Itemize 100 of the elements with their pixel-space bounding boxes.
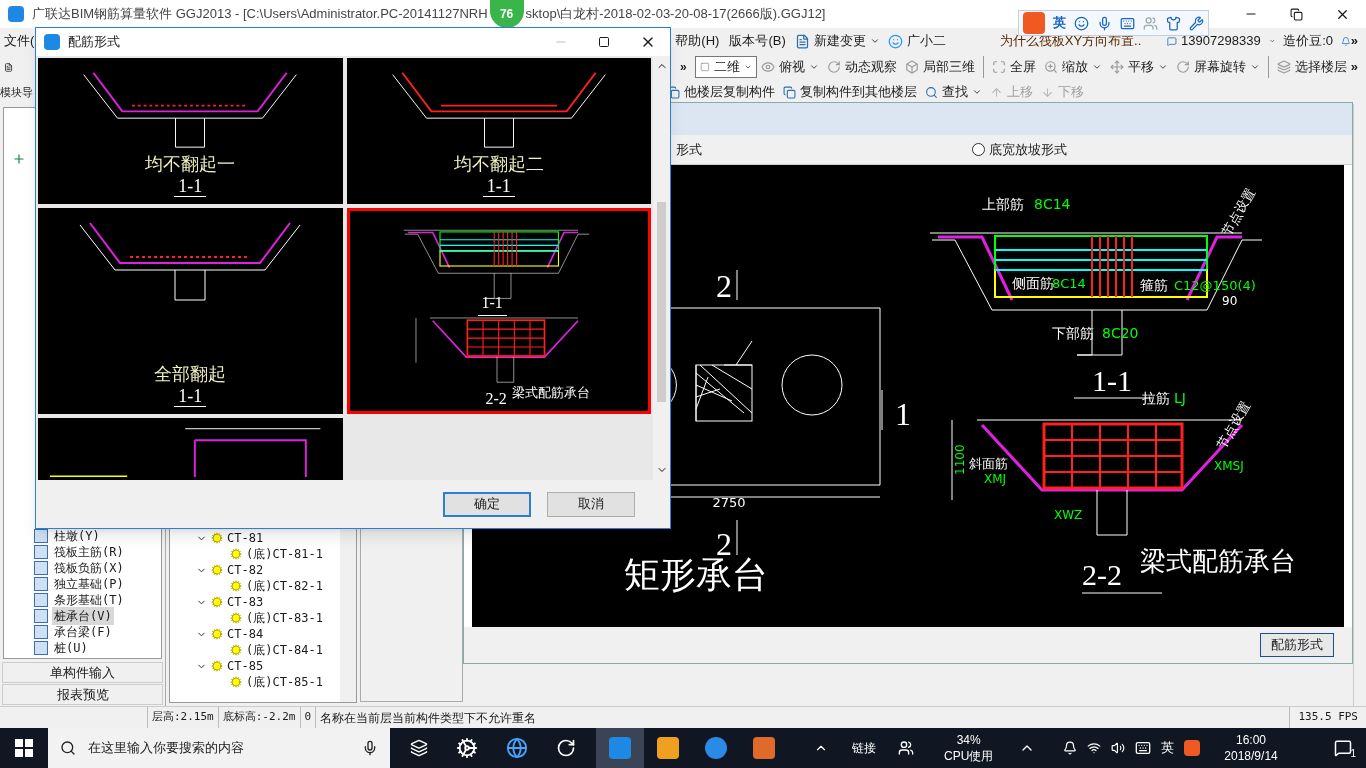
dialog-title: 配筋形式 <box>68 33 120 52</box>
new-change-button[interactable]: 新建变更 <box>790 31 884 51</box>
tree-item[interactable]: CT-83 <box>227 593 264 611</box>
app-icon[interactable] <box>556 738 576 758</box>
rebar-spec: XMSJ <box>1213 459 1244 473</box>
section-label: 2-2 <box>481 387 511 411</box>
assistant-button[interactable]: 广小二 <box>883 31 950 51</box>
nav-item[interactable]: 柱墩(Y) <box>52 527 102 545</box>
shirt-icon[interactable] <box>1166 15 1181 31</box>
caret-icon <box>1157 62 1168 72</box>
ime-language-toggle[interactable]: 英 <box>1053 13 1066 33</box>
gear-icon <box>211 532 223 544</box>
phone-number[interactable]: 13907298339 <box>1181 31 1261 51</box>
caret-icon <box>869 36 880 46</box>
tree-item[interactable]: (底)CT-83-1 <box>246 609 324 627</box>
section-label: 2-2 <box>1081 558 1122 591</box>
view-dropdown[interactable]: 二维 <box>694 56 757 78</box>
tree-item[interactable]: CT-82 <box>227 561 264 579</box>
sogou-tray-icon[interactable] <box>1184 740 1201 756</box>
maximize-icon[interactable] <box>598 36 610 48</box>
tool-icon <box>925 85 938 99</box>
tool-icon <box>826 60 841 74</box>
start-button[interactable] <box>15 739 33 757</box>
toolbar-button[interactable]: 局部三维 <box>900 56 979 78</box>
thumbnail-title: 全部翻起 <box>154 363 227 386</box>
tool-icon <box>760 60 775 74</box>
nav-item[interactable]: 桩(U) <box>52 639 90 657</box>
toolbar-button[interactable]: 平移 <box>1105 56 1172 78</box>
tree-item[interactable]: CT-81 <box>227 529 264 547</box>
nav-item[interactable]: 条形基础(T) <box>52 591 126 609</box>
toolbar-button[interactable]: 缩放 <box>1039 56 1106 78</box>
menu-item[interactable]: 文件( <box>0 31 39 51</box>
toolbar-button[interactable]: 复制构件到其他楼层 <box>779 81 921 103</box>
menu-item[interactable]: 版本号(B) <box>724 31 791 51</box>
gear-icon <box>230 644 242 656</box>
app-logo-icon <box>44 34 60 50</box>
rebar-label: 斜面筋 <box>968 456 1008 471</box>
nav-item[interactable]: 筏板主筋(R) <box>52 543 126 561</box>
nav-item[interactable]: 桩承台(V) <box>52 607 114 625</box>
gear-icon <box>230 676 242 688</box>
nav-button[interactable]: 单构件输入 <box>2 662 163 683</box>
rebar-form-button[interactable]: 配筋形式 <box>1259 633 1334 657</box>
menu-item[interactable]: 帮助(H) <box>670 31 725 51</box>
scrollbar-thumb[interactable] <box>657 202 666 402</box>
browser-icon[interactable] <box>506 737 528 759</box>
dialog-button[interactable]: 取消 <box>547 491 635 517</box>
nav-item[interactable]: 承台梁(F) <box>52 623 114 641</box>
section-label: 1-1 <box>174 176 207 197</box>
nav-item[interactable]: 独立基础(P) <box>52 575 126 593</box>
thumbnail-title: 均不翻起一 <box>145 153 236 176</box>
tree-item[interactable]: (底)CT-85-1 <box>246 673 324 691</box>
toolbar-link[interactable]: 链接 <box>852 739 876 757</box>
thumbnail-title: 均不翻起二 <box>453 153 544 176</box>
thumbnail-option[interactable]: 全部翻起 1-1 <box>38 208 343 414</box>
toolbar-button[interactable]: 全屏 <box>982 56 1040 78</box>
thumbnail-option[interactable]: 均不翻起二 1-1 <box>346 58 651 204</box>
sogou-logo-icon <box>1023 12 1045 34</box>
toolbar-button[interactable]: 俯视 <box>756 56 823 78</box>
tree-item[interactable]: (底)CT-82-1 <box>246 577 324 595</box>
toolbar-button[interactable]: 查找 <box>921 81 986 103</box>
keyboard-icon[interactable] <box>1135 740 1152 756</box>
emoji-icon[interactable] <box>1074 15 1089 31</box>
tree-item[interactable]: CT-85 <box>227 657 264 675</box>
bell-icon[interactable] <box>1063 741 1078 755</box>
tree-item[interactable]: (底)CT-84-1 <box>246 641 324 659</box>
node-label: 节点设置 <box>1218 185 1258 239</box>
taskbar-search-field[interactable]: 在这里输入你要搜索的内容 <box>48 728 390 768</box>
nav-item[interactable]: 筏板负筋(X) <box>52 559 126 577</box>
radio-label[interactable]: 底宽放坡形式 <box>988 139 1067 160</box>
people-icon[interactable] <box>898 740 914 756</box>
node-label: 节点设置 <box>1213 398 1253 452</box>
dialog-button[interactable]: 确定 <box>443 491 531 517</box>
tree-item[interactable]: CT-84 <box>227 625 264 643</box>
thumbnail-option[interactable]: 1-1 2-2 梁式配筋承台 <box>346 208 651 414</box>
restore-icon[interactable] <box>1290 7 1303 21</box>
cpu-meter: 34% CPU使用 <box>944 732 994 764</box>
wifi-icon[interactable] <box>1087 741 1102 755</box>
clock[interactable]: 16:00 2018/9/14 <box>1224 732 1278 764</box>
more-button[interactable]: » <box>1350 57 1358 77</box>
tree-item[interactable]: (底)CT-81-1 <box>246 545 324 563</box>
caret-icon <box>972 87 982 97</box>
wrench-icon[interactable] <box>1189 15 1204 31</box>
section-mark: 1 <box>894 396 911 432</box>
toolbar-button[interactable]: 屏幕旋转 <box>1171 56 1264 78</box>
more-button[interactable]: » <box>1350 31 1358 51</box>
radio-button[interactable] <box>971 143 985 156</box>
more-button[interactable]: » <box>680 58 687 76</box>
volume-icon[interactable] <box>1111 741 1126 755</box>
nav-button[interactable]: 报表预览 <box>2 684 163 705</box>
language-indicator[interactable]: 英 <box>1161 738 1175 758</box>
toolbar-button[interactable]: 动态观察 <box>822 56 901 78</box>
tool-icon <box>1276 60 1291 74</box>
drawing-title: 梁式配筋承台 <box>1139 546 1296 576</box>
mic-icon[interactable] <box>362 740 378 756</box>
rebar-spec: 8C14 <box>1033 196 1071 212</box>
toolbar-button[interactable]: 选择楼层 <box>1267 56 1351 78</box>
tool-icon <box>904 60 919 74</box>
notification-icon <box>1334 739 1352 757</box>
thumbnail-option[interactable]: 均不翻起一 1-1 <box>38 58 343 204</box>
tool-icon <box>1175 60 1190 74</box>
